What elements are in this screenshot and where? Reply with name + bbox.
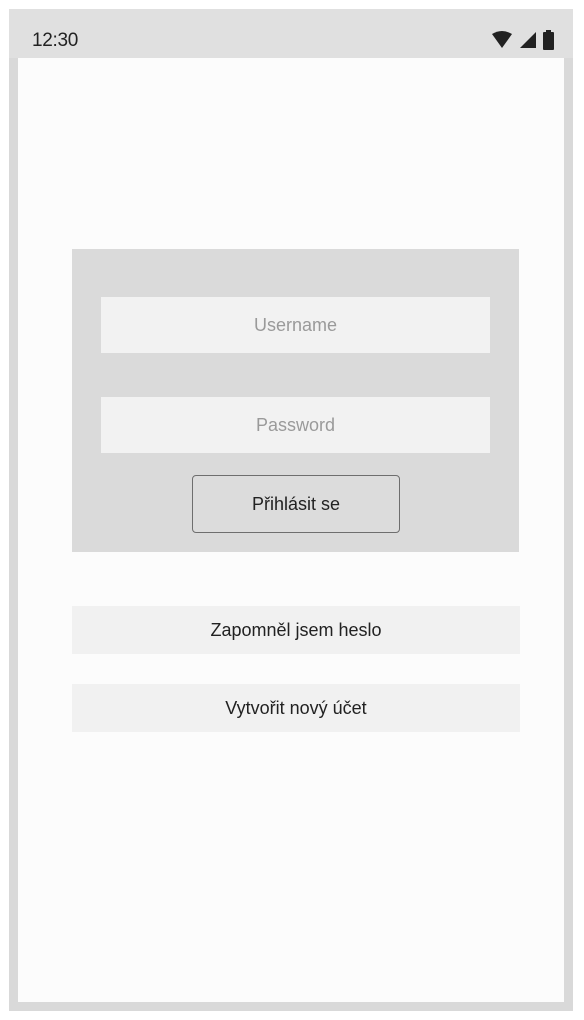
cellular-signal-icon bbox=[519, 31, 537, 49]
wifi-icon bbox=[491, 31, 513, 49]
status-bar: 12:30 bbox=[9, 9, 573, 58]
battery-icon bbox=[543, 30, 554, 50]
create-account-button[interactable]: Vytvořit nový účet bbox=[72, 684, 520, 732]
status-time: 12:30 bbox=[32, 30, 79, 51]
login-button[interactable]: Přihlásit se bbox=[192, 475, 400, 533]
login-panel: Přihlásit se bbox=[72, 249, 519, 552]
forgot-password-button[interactable]: Zapomněl jsem heslo bbox=[72, 606, 520, 654]
username-input[interactable] bbox=[101, 297, 490, 353]
password-input[interactable] bbox=[101, 397, 490, 453]
status-icons bbox=[491, 28, 554, 52]
